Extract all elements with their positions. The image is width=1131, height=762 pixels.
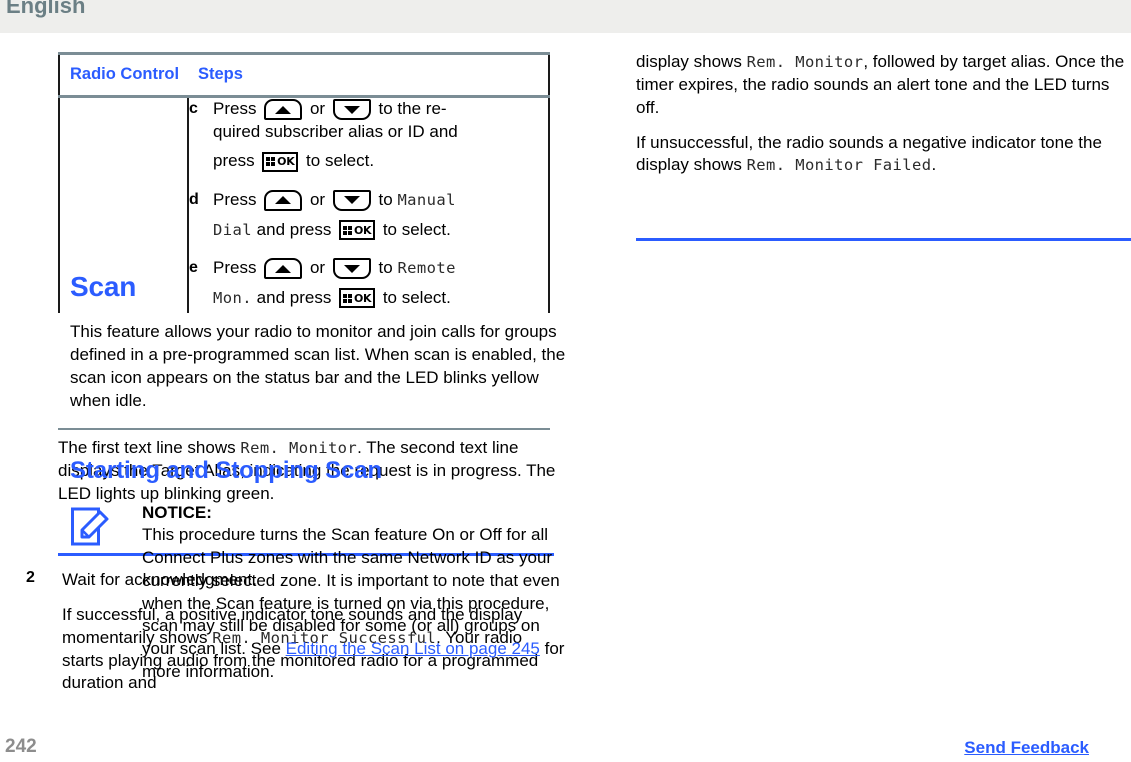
substep-text: Press	[213, 258, 257, 278]
substep-text: to select.	[382, 219, 451, 239]
display-text: Rem. Monitor Failed	[746, 156, 932, 175]
right-column: display shows Rem. Monitor, followed by …	[566, 33, 1131, 729]
display-text: Dial	[213, 220, 252, 239]
paragraph: This feature allows your radio to monito…	[70, 322, 566, 410]
substep-text: to	[378, 189, 393, 209]
display-text: Manual	[397, 190, 456, 209]
channel-up-button-icon	[264, 99, 303, 121]
header-language-label: English	[6, 0, 86, 18]
substep-text: or	[309, 189, 326, 209]
page-title: Scan	[70, 271, 137, 302]
list-item: c Press or to the re- quired subscriber …	[189, 98, 548, 173]
paragraph-text: .	[931, 155, 937, 175]
substep-line: press OK to select.	[213, 150, 548, 173]
list-item: d Press or to Manual Dial and press OK t…	[189, 189, 548, 241]
channel-down-button-icon	[332, 189, 371, 211]
substep-list: c Press or to the re- quired subscriber …	[189, 98, 548, 309]
section-heading-starting-stopping-scan: Starting and Stopping Scan	[70, 457, 383, 484]
page-footer: 242 Send Feedback	[0, 729, 1131, 762]
paragraph: If unsuccessful, the radio sounds a nega…	[636, 132, 1131, 178]
substep-line: Press or to Remote	[213, 257, 548, 280]
paragraph: display shows Rem. Monitor, followed by …	[636, 51, 1131, 120]
page-content: Radio Control Steps c Press or to the re…	[0, 33, 1131, 729]
list-item: e Press or to Remote Mon. and press OK t…	[189, 257, 548, 309]
menu-ok-button-icon: OK	[339, 288, 376, 309]
substep-text: to	[378, 258, 393, 278]
send-feedback-link[interactable]: Send Feedback	[964, 738, 1089, 758]
steps-cell: c Press or to the re- quired subscriber …	[188, 97, 549, 314]
paragraph-text: display shows	[636, 52, 742, 71]
channel-down-button-icon	[332, 258, 371, 280]
substep-marker: d	[189, 190, 199, 208]
page-number: 242	[5, 736, 37, 757]
table-bottom-rule	[58, 428, 550, 430]
substep-text: to the re-	[378, 99, 447, 119]
scan-intro-block: This feature allows your radio to monito…	[70, 321, 566, 424]
section-divider-rule	[636, 238, 1131, 241]
display-text: Rem. Monitor	[240, 439, 358, 457]
paragraph-text: The first text line shows	[58, 438, 236, 457]
substep-text: to select.	[382, 287, 451, 307]
substep-text: Press	[213, 189, 257, 209]
continued-text-block: display shows Rem. Monitor, followed by …	[636, 51, 1131, 189]
notice-box: NOTICE: This procedure turns the Scan fe…	[70, 503, 570, 696]
display-text: Mon.	[213, 288, 252, 307]
substep-line: quired subscriber alias or ID and	[213, 121, 458, 141]
substep-text: or	[309, 258, 326, 278]
substep-text: or	[309, 99, 326, 119]
channel-up-button-icon	[264, 189, 303, 211]
table-header-radio-control: Radio Control	[70, 65, 180, 83]
table-header-steps: Steps	[198, 65, 243, 83]
menu-ok-button-icon: OK	[339, 220, 376, 241]
substep-text: and press	[256, 287, 332, 307]
display-text: Remote	[397, 259, 456, 278]
notice-body: NOTICE: This procedure turns the Scan fe…	[70, 503, 570, 684]
display-text: Rem. Monitor	[746, 53, 864, 71]
paragraph: This procedure turns the Scan feature On…	[142, 524, 570, 684]
cross-reference-link[interactable]: Editing the Scan List on page 245	[286, 639, 540, 658]
channel-down-button-icon	[332, 99, 371, 121]
step-number: 2	[26, 569, 35, 586]
notice-title: NOTICE:	[142, 503, 212, 522]
channel-up-button-icon	[264, 258, 303, 280]
substep-line: Press or to the re-	[213, 98, 548, 121]
substep-marker: e	[189, 259, 198, 277]
menu-ok-button-icon: OK	[262, 151, 299, 172]
notice-note-pencil-icon	[70, 506, 112, 550]
substep-marker: c	[189, 100, 198, 118]
substep-line: Dial and press OK to select.	[213, 219, 548, 242]
substep-text: to select.	[306, 151, 375, 171]
substep-text: press	[213, 151, 255, 171]
table-header-row: Radio Control Steps	[59, 53, 549, 97]
substep-text: and press	[256, 219, 332, 239]
page-header-band: English	[0, 0, 1131, 33]
substep-line: Mon. and press OK to select.	[213, 287, 548, 310]
substep-text: Press	[213, 99, 257, 119]
substep-line: Press or to Manual	[213, 189, 548, 212]
